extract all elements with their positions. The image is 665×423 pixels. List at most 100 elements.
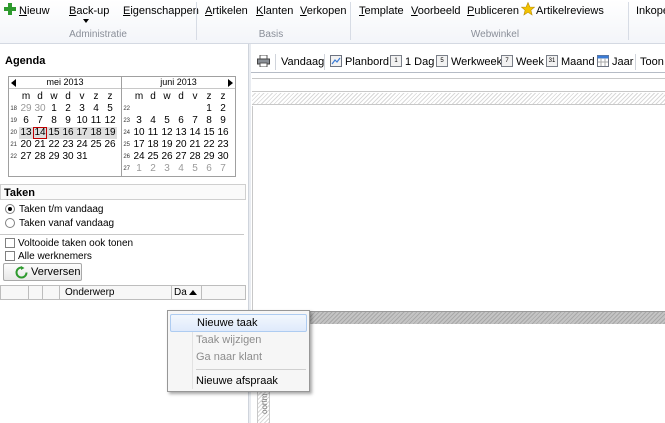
eigenschappen-button[interactable]: Eigenschappen <box>123 4 199 18</box>
calendar-day[interactable]: 5 <box>103 103 117 115</box>
checkbox-voltooide-taken[interactable] <box>5 238 15 248</box>
calendar-day[interactable]: 1 <box>202 103 216 115</box>
calendar-day[interactable]: 6 <box>174 115 188 127</box>
calendar-day[interactable]: 17 <box>132 139 146 151</box>
calendar-day[interactable]: 26 <box>103 139 117 151</box>
calendar-day[interactable]: 22 <box>47 139 61 151</box>
calendar-day[interactable]: 15 <box>47 127 61 139</box>
calendar-day[interactable]: 28 <box>33 151 47 163</box>
calendar-day[interactable]: 23 <box>216 139 230 151</box>
menu-item-nieuwe-afspraak[interactable]: Nieuwe afspraak <box>170 372 307 390</box>
calendar-day[interactable]: 19 <box>103 127 117 139</box>
calendar-day[interactable]: 3 <box>75 103 89 115</box>
calendar-day[interactable]: 16 <box>61 127 75 139</box>
week-button[interactable]: Week <box>516 55 544 69</box>
prev-month-icon[interactable] <box>11 79 16 87</box>
calendar-day[interactable]: 25 <box>146 151 160 163</box>
artikelreviews-button[interactable]: Artikelreviews <box>520 1 604 20</box>
calendar-day[interactable]: 24 <box>75 139 89 151</box>
calendar-day[interactable]: 12 <box>103 115 117 127</box>
calendar-day[interactable]: 2 <box>216 103 230 115</box>
column-header-onderwerp[interactable]: Onderwerp <box>65 287 114 299</box>
calendar-day[interactable]: 3 <box>160 163 174 175</box>
agenda-body[interactable] <box>252 106 665 311</box>
calendar-day[interactable]: 24 <box>132 151 146 163</box>
jaar-button[interactable]: Jaar <box>612 55 633 69</box>
dag-button[interactable]: 1 Dag <box>405 55 434 69</box>
verversen-button[interactable]: Verversen <box>3 263 82 281</box>
inkoop-button[interactable]: Inkope <box>636 4 665 18</box>
vandaag-button[interactable]: Vandaag <box>281 55 324 69</box>
calendar-day[interactable]: 4 <box>146 115 160 127</box>
calendar-day[interactable]: 2 <box>61 103 75 115</box>
calendar-day[interactable]: 10 <box>132 127 146 139</box>
artikelen-button[interactable]: Artikelen <box>205 4 248 18</box>
werkweek-button[interactable]: Werkweek <box>451 55 502 69</box>
calendar-day[interactable]: 7 <box>216 163 230 175</box>
calendar-day[interactable]: 3 <box>132 115 146 127</box>
menu-item-nieuwe-taak[interactable]: Nieuwe taak <box>170 314 307 332</box>
calendar-day[interactable]: 11 <box>89 115 103 127</box>
maand-button[interactable]: Maand <box>561 55 595 69</box>
calendar-day[interactable]: 29 <box>19 103 33 115</box>
calendar-day[interactable]: 26 <box>160 151 174 163</box>
calendar-day[interactable]: 21 <box>188 139 202 151</box>
calendar-day[interactable]: 13 <box>174 127 188 139</box>
calendar-day[interactable]: 22 <box>202 139 216 151</box>
calendar-day[interactable]: 30 <box>216 151 230 163</box>
calendar-day[interactable]: 18 <box>89 127 103 139</box>
calendar-day[interactable]: 8 <box>202 115 216 127</box>
radio-taken-vanaf-vandaag[interactable] <box>5 218 15 228</box>
calendar-day[interactable]: 18 <box>146 139 160 151</box>
calendar-day[interactable]: 13 <box>19 127 33 139</box>
next-month-icon[interactable] <box>228 79 233 87</box>
calendar-day[interactable]: 2 <box>146 163 160 175</box>
calendar-day[interactable]: 7 <box>33 115 47 127</box>
calendar-day[interactable]: 11 <box>146 127 160 139</box>
calendar-day[interactable]: 23 <box>61 139 75 151</box>
nieuw-button[interactable]: Nieuw <box>3 2 50 20</box>
voorbeeld-button[interactable]: Voorbeeld <box>411 4 461 18</box>
calendar-day[interactable]: 25 <box>89 139 103 151</box>
calendar-day[interactable]: 30 <box>61 151 75 163</box>
calendar-day[interactable]: 7 <box>188 115 202 127</box>
calendar-day[interactable]: 10 <box>75 115 89 127</box>
klanten-button[interactable]: Klanten <box>256 4 293 18</box>
calendar-day[interactable]: 5 <box>160 115 174 127</box>
calendar-day[interactable]: 31 <box>75 151 89 163</box>
calendar-day[interactable]: 27 <box>174 151 188 163</box>
calendar-day[interactable]: 12 <box>160 127 174 139</box>
calendar-day[interactable]: 29 <box>47 151 61 163</box>
calendar-day[interactable]: 6 <box>202 163 216 175</box>
menu-item-taak-wijzigen[interactable]: Taak wijzigen <box>170 331 307 349</box>
calendar-day[interactable]: 29 <box>202 151 216 163</box>
calendar-day[interactable]: 9 <box>61 115 75 127</box>
calendar-day[interactable]: 20 <box>19 139 33 151</box>
calendar-day[interactable]: 19 <box>160 139 174 151</box>
radio-taken-tm-vandaag[interactable] <box>5 204 15 214</box>
calendar-day[interactable]: 15 <box>202 127 216 139</box>
calendar-day[interactable]: 8 <box>47 115 61 127</box>
calendar-day[interactable]: 6 <box>19 115 33 127</box>
publiceren-button[interactable]: Publiceren <box>467 4 519 18</box>
calendar-day[interactable]: 20 <box>174 139 188 151</box>
verkopen-button[interactable]: Verkopen <box>300 4 347 18</box>
calendar-day[interactable]: 9 <box>216 115 230 127</box>
calendar-day[interactable]: 28 <box>188 151 202 163</box>
toon-button[interactable]: Toon <box>640 55 664 69</box>
calendar-day[interactable]: 14 <box>33 127 47 139</box>
calendar-day[interactable]: 17 <box>75 127 89 139</box>
calendar-day[interactable]: 30 <box>33 103 47 115</box>
calendar-day[interactable]: 27 <box>19 151 33 163</box>
calendar-day[interactable]: 21 <box>33 139 47 151</box>
calendar-day[interactable]: 4 <box>174 163 188 175</box>
column-header-datum[interactable]: Da <box>174 287 187 299</box>
calendar-day[interactable]: 1 <box>132 163 146 175</box>
printer-icon[interactable] <box>257 54 270 68</box>
checkbox-alle-werknemers[interactable] <box>5 251 15 261</box>
calendar-day[interactable]: 16 <box>216 127 230 139</box>
calendar-day[interactable]: 5 <box>188 163 202 175</box>
calendar-day[interactable]: 14 <box>188 127 202 139</box>
backup-button[interactable]: Back-up <box>67 2 109 26</box>
calendar-day[interactable]: 1 <box>47 103 61 115</box>
